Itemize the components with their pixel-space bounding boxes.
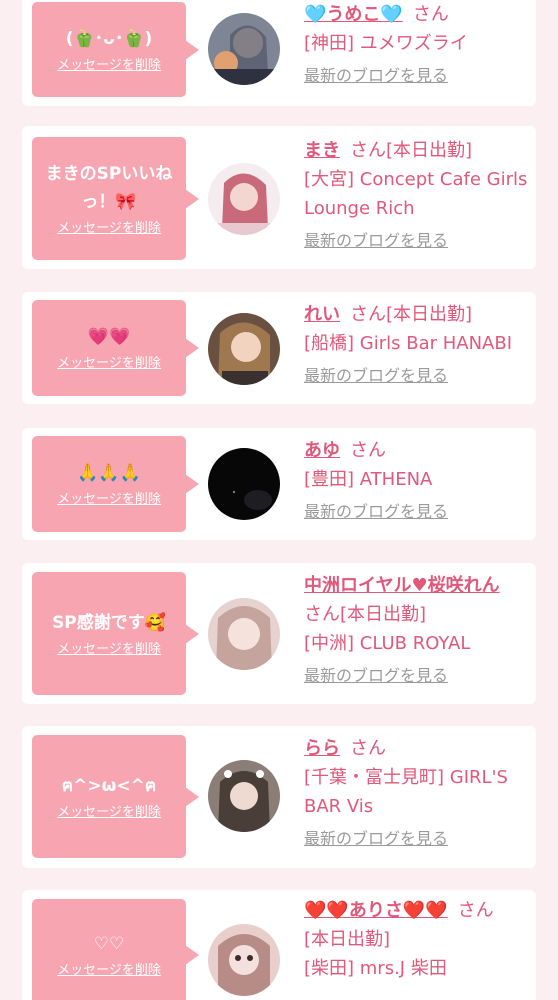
shop-name: [船橋] Girls Bar HANABI bbox=[304, 333, 513, 354]
latest-blog-link[interactable]: 最新のブログを見る bbox=[304, 500, 532, 524]
girl-photo-icon bbox=[208, 313, 280, 385]
cast-suffix: さん bbox=[457, 900, 494, 921]
message-bubble: ♡♡ メッセージを削除 bbox=[32, 899, 199, 1000]
cast-suffix: さん[本日出勤] bbox=[304, 604, 427, 625]
delete-message-link[interactable]: メッセージを削除 bbox=[57, 491, 161, 509]
cast-suffix: さん[本日出勤] bbox=[350, 304, 473, 325]
cast-name-link[interactable]: らら bbox=[304, 738, 340, 759]
message-text: 💗💗 bbox=[87, 327, 131, 347]
avatar[interactable] bbox=[208, 924, 280, 996]
message-text: (🫑･ᴗ･🫑) bbox=[65, 28, 153, 49]
shop-name: [神田] ユメワズライ bbox=[304, 33, 468, 54]
message-bubble: 💗💗 メッセージを削除 bbox=[32, 300, 199, 396]
delete-message-link[interactable]: メッセージを削除 bbox=[57, 962, 161, 980]
delete-message-link[interactable]: メッセージを削除 bbox=[57, 641, 161, 659]
latest-blog-link[interactable]: 最新のブログを見る bbox=[304, 229, 532, 253]
cast-info: ❤️❤️ありさ❤️❤️ さん [本日出勤] [柴田] mrs.J 柴田 bbox=[304, 896, 532, 983]
list-item: ♡♡ メッセージを削除 ❤️❤️ありさ❤️❤️ さん [本日出勤] [柴田] mr… bbox=[22, 890, 536, 1000]
delete-message-link[interactable]: メッセージを削除 bbox=[57, 804, 161, 822]
avatar[interactable] bbox=[208, 760, 280, 832]
cast-info: 中洲ロイヤル♥桜咲れん さん[本日出勤] [中洲] CLUB ROYAL 最新のブ… bbox=[304, 571, 532, 688]
cast-suffix: さん bbox=[350, 738, 386, 759]
message-text: SP感謝です🥰 bbox=[52, 612, 166, 633]
message-list: (🫑･ᴗ･🫑) メッセージを削除 🩵うめこ🩵 さん [神田] ユメワズライ 最新の… bbox=[0, 0, 558, 1000]
latest-blog-link[interactable]: 最新のブログを見る bbox=[304, 64, 532, 88]
cast-info: まき さん[本日出勤] [大宮] Concept Cafe Girls Loung… bbox=[304, 136, 532, 253]
message-bubble: SP感謝です🥰 メッセージを削除 bbox=[32, 572, 199, 695]
shop-name: [千葉・富士見町] GIRL'S BAR Vis bbox=[304, 767, 508, 817]
cast-suffix: さん[本日出勤] bbox=[350, 140, 473, 161]
cast-name-link[interactable]: れい bbox=[304, 304, 340, 325]
girl-photo-icon bbox=[208, 760, 280, 832]
latest-blog-link[interactable]: 最新のブログを見る bbox=[304, 827, 532, 851]
message-text: まきのSPいいねっ！🎀 bbox=[45, 163, 173, 212]
avatar[interactable] bbox=[208, 313, 280, 385]
cast-info: 🩵うめこ🩵 さん [神田] ユメワズライ 最新のブログを見る bbox=[304, 0, 532, 88]
cast-name-link[interactable]: あゆ bbox=[304, 440, 340, 461]
message-bubble: 🙏🙏🙏 メッセージを削除 bbox=[32, 436, 199, 532]
list-item: 💗💗 メッセージを削除 れい さん[本日出勤] [船橋] Girls Bar HA… bbox=[22, 292, 536, 404]
list-item: 🙏🙏🙏 メッセージを削除 あゆ さん [豊田] ATHENA 最新のブログを見る bbox=[22, 428, 536, 540]
cast-info: らら さん [千葉・富士見町] GIRL'S BAR Vis 最新のブログを見る bbox=[304, 734, 532, 851]
list-item: SP感謝です🥰 メッセージを削除 中洲ロイヤル♥桜咲れん さん[本日出勤] [中洲… bbox=[22, 563, 536, 704]
delete-message-link[interactable]: メッセージを削除 bbox=[57, 57, 161, 75]
avatar[interactable] bbox=[208, 448, 280, 520]
cast-suffix: さん bbox=[412, 4, 449, 25]
latest-blog-link[interactable]: 最新のブログを見る bbox=[304, 364, 532, 388]
girl-photo-icon bbox=[208, 163, 280, 235]
cast-name-link[interactable]: 中洲ロイヤル♥桜咲れん bbox=[304, 575, 500, 596]
list-item: ฅ^>ω<^ฅ メッセージを削除 らら さん [千葉・富士見町] GIRL'S B… bbox=[22, 726, 536, 868]
message-text: ฅ^>ω<^ฅ bbox=[61, 775, 157, 796]
shop-name: [大宮] Concept Cafe Girls Lounge Rich bbox=[304, 169, 528, 219]
cast-name-link[interactable]: まき bbox=[304, 140, 340, 161]
shop-name: [柴田] mrs.J 柴田 bbox=[304, 958, 447, 979]
avatar[interactable] bbox=[208, 163, 280, 235]
message-text: 🙏🙏🙏 bbox=[77, 463, 141, 483]
cast-name-link[interactable]: ❤️❤️ありさ❤️❤️ bbox=[304, 900, 448, 921]
delete-message-link[interactable]: メッセージを削除 bbox=[57, 355, 161, 373]
delete-message-link[interactable]: メッセージを削除 bbox=[57, 220, 161, 238]
girl-photo-icon bbox=[208, 924, 280, 996]
shop-name: [中洲] CLUB ROYAL bbox=[304, 633, 471, 654]
cast-name-link[interactable]: 🩵うめこ🩵 bbox=[304, 4, 403, 25]
message-bubble: (🫑･ᴗ･🫑) メッセージを削除 bbox=[32, 2, 199, 97]
list-item: まきのSPいいねっ！🎀 メッセージを削除 まき さん[本日出勤] [大宮] Con… bbox=[22, 126, 536, 269]
message-bubble: ฅ^>ω<^ฅ メッセージを削除 bbox=[32, 735, 199, 858]
cast-status: [本日出勤] bbox=[304, 929, 391, 950]
message-bubble: まきのSPいいねっ！🎀 メッセージを削除 bbox=[32, 137, 199, 260]
shop-name: [豊田] ATHENA bbox=[304, 469, 433, 490]
cast-info: あゆ さん [豊田] ATHENA 最新のブログを見る bbox=[304, 436, 532, 524]
list-item: (🫑･ᴗ･🫑) メッセージを削除 🩵うめこ🩵 さん [神田] ユメワズライ 最新の… bbox=[22, 0, 536, 106]
message-text: ♡♡ bbox=[93, 933, 125, 954]
avatar[interactable] bbox=[208, 13, 280, 85]
avatar[interactable] bbox=[208, 598, 280, 670]
girl-photo-icon bbox=[208, 13, 280, 85]
latest-blog-link[interactable]: 最新のブログを見る bbox=[304, 664, 532, 688]
girl-photo-icon bbox=[208, 598, 280, 670]
cast-suffix: さん bbox=[350, 440, 386, 461]
cast-info: れい さん[本日出勤] [船橋] Girls Bar HANABI 最新のブログを… bbox=[304, 300, 532, 388]
dark-photo-icon bbox=[208, 448, 280, 520]
